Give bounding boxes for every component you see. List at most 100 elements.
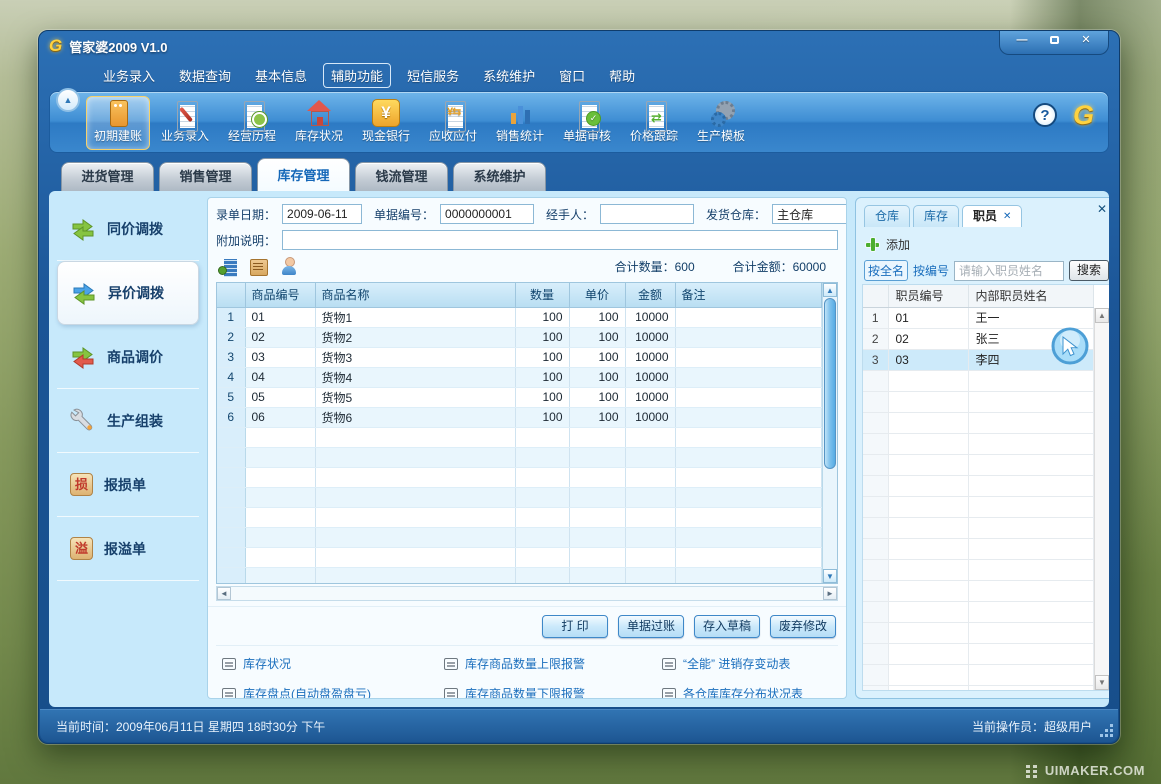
sidebar-item-same-price-transfer[interactable]: 同价调拨 [57, 197, 199, 261]
link-stock-upper-limit-alert[interactable]: 库存商品数量上限报警 [444, 655, 662, 672]
menu-item-help[interactable]: 帮助 [609, 66, 635, 85]
col-qty[interactable]: 数量 [515, 283, 569, 307]
handler-input[interactable] [600, 204, 694, 224]
tab-warehouse[interactable]: 仓库 [864, 205, 910, 227]
menu-item-basic-info[interactable]: 基本信息 [255, 66, 307, 85]
date-input[interactable] [282, 204, 362, 224]
tab-sales-mgmt[interactable]: 销售管理 [159, 162, 252, 191]
menu-item-aux-functions[interactable]: 辅助功能 [323, 63, 391, 88]
col-amount[interactable]: 金额 [625, 283, 675, 307]
scrollbar-thumb[interactable] [824, 298, 836, 469]
search-by-code-link[interactable]: 按编号 [913, 262, 949, 279]
col-unit-price[interactable]: 单价 [569, 283, 625, 307]
empty-row[interactable] [217, 547, 822, 567]
toolbar-doc-audit[interactable]: 单据审核 [555, 96, 619, 150]
employee-vertical-scrollbar[interactable] [1094, 308, 1109, 690]
post-document-button[interactable]: 单据过账 [618, 615, 684, 638]
link-almighty-flow-report[interactable]: “全能” 进销存变动表 [662, 655, 832, 672]
sidebar-item-production-assembly[interactable]: 生产组装 [57, 389, 199, 453]
sidebar-item-price-adjust[interactable]: 商品调价 [57, 325, 199, 389]
minimize-button[interactable]: — [1008, 34, 1036, 49]
empty-row[interactable] [863, 391, 1094, 412]
items-vertical-scrollbar[interactable] [822, 283, 837, 583]
employee-row[interactable]: 101王一 [863, 307, 1094, 328]
tab-stock[interactable]: 库存 [913, 205, 959, 227]
table-row[interactable]: 101货物110010010000 [217, 307, 822, 327]
doc-no-input[interactable] [440, 204, 534, 224]
items-horizontal-scrollbar[interactable] [216, 586, 838, 601]
empty-row[interactable] [217, 567, 822, 584]
sidebar-item-loss-report[interactable]: 损 报损单 [57, 453, 199, 517]
scroll-up-icon[interactable] [823, 283, 837, 297]
table-row[interactable]: 404货物410010010000 [217, 367, 822, 387]
link-stock-count[interactable]: 库存盘点(自动盘盈盘亏) [222, 685, 444, 699]
sidebar-item-diff-price-transfer[interactable]: 异价调拨 [57, 261, 199, 325]
warehouse-icon[interactable] [218, 257, 236, 275]
link-stock-lower-limit-alert[interactable]: 库存商品数量下限报警 [444, 685, 662, 699]
help-icon[interactable] [1033, 103, 1057, 127]
employee-icon[interactable] [280, 257, 298, 275]
table-row[interactable]: 505货物510010010000 [217, 387, 822, 407]
menu-item-window[interactable]: 窗口 [559, 66, 585, 85]
empty-row[interactable] [863, 475, 1094, 496]
empty-row[interactable] [217, 507, 822, 527]
link-stock-status[interactable]: 库存状况 [222, 655, 444, 672]
toolbar-cash-bank[interactable]: 现金银行 [354, 96, 418, 150]
empty-row[interactable] [217, 447, 822, 467]
collapse-toolbar-button[interactable] [56, 88, 80, 112]
empty-row[interactable] [863, 601, 1094, 622]
toolbar-initial-setup[interactable]: 初期建账 [86, 96, 150, 150]
toolbar-stock-status[interactable]: 库存状况 [287, 96, 351, 150]
empty-row[interactable] [863, 622, 1094, 643]
scroll-down-icon[interactable] [1095, 675, 1109, 690]
empty-row[interactable] [217, 487, 822, 507]
col-employee-code[interactable]: 职员编号 [888, 285, 968, 307]
tab-system-maintenance[interactable]: 系统维护 [453, 162, 546, 191]
scroll-left-icon[interactable] [217, 587, 231, 600]
panel-close-icon[interactable] [1097, 202, 1107, 216]
toolbar-receivable-payable[interactable]: 应收应付 [421, 96, 485, 150]
search-by-name-link[interactable]: 按全名 [864, 260, 908, 281]
col-item-name[interactable]: 商品名称 [315, 283, 515, 307]
toolbar-business-history[interactable]: 经营历程 [220, 96, 284, 150]
menu-item-system-maintenance[interactable]: 系统维护 [483, 66, 535, 85]
scroll-up-icon[interactable] [1095, 308, 1109, 323]
menu-item-sms-service[interactable]: 短信服务 [407, 66, 459, 85]
toolbar-price-track[interactable]: 价格跟踪 [622, 96, 686, 150]
empty-row[interactable] [217, 527, 822, 547]
table-row[interactable]: 303货物310010010000 [217, 347, 822, 367]
empty-row[interactable] [863, 664, 1094, 685]
empty-row[interactable] [863, 454, 1094, 475]
empty-row[interactable] [217, 467, 822, 487]
empty-row[interactable] [863, 685, 1094, 691]
sidebar-item-gain-report[interactable]: 溢 报溢单 [57, 517, 199, 581]
employee-search-input[interactable] [954, 261, 1064, 281]
stock-box-icon[interactable] [249, 257, 267, 275]
col-employee-name[interactable]: 内部职员姓名 [968, 285, 1094, 307]
tab-cashflow-mgmt[interactable]: 钱流管理 [355, 162, 448, 191]
tab-inventory-mgmt[interactable]: 库存管理 [257, 158, 350, 191]
search-button[interactable]: 搜索 [1069, 260, 1109, 281]
empty-row[interactable] [217, 427, 822, 447]
table-row[interactable]: 606货物610010010000 [217, 407, 822, 427]
warehouse-input[interactable] [772, 204, 847, 224]
menu-item-business-entry[interactable]: 业务录入 [103, 66, 155, 85]
scroll-down-icon[interactable] [823, 569, 837, 583]
toolbar-business-entry[interactable]: 业务录入 [153, 96, 217, 150]
col-item-code[interactable]: 商品编号 [245, 283, 315, 307]
tab-purchase-mgmt[interactable]: 进货管理 [61, 162, 154, 191]
empty-row[interactable] [863, 412, 1094, 433]
print-button[interactable]: 打 印 [542, 615, 608, 638]
toolbar-production-template[interactable]: 生产模板 [689, 96, 753, 150]
empty-row[interactable] [863, 580, 1094, 601]
tab-close-icon[interactable] [1003, 206, 1011, 227]
empty-row[interactable] [863, 643, 1094, 664]
link-warehouse-distribution[interactable]: 各仓库库存分布状况表 [662, 685, 832, 699]
empty-row[interactable] [863, 559, 1094, 580]
resize-grip[interactable] [1100, 724, 1113, 737]
toolbar-sales-stats[interactable]: 销售统计 [488, 96, 552, 150]
discard-changes-button[interactable]: 废弃修改 [770, 615, 836, 638]
save-draft-button[interactable]: 存入草稿 [694, 615, 760, 638]
menu-item-data-query[interactable]: 数据查询 [179, 66, 231, 85]
note-input[interactable] [282, 230, 838, 250]
